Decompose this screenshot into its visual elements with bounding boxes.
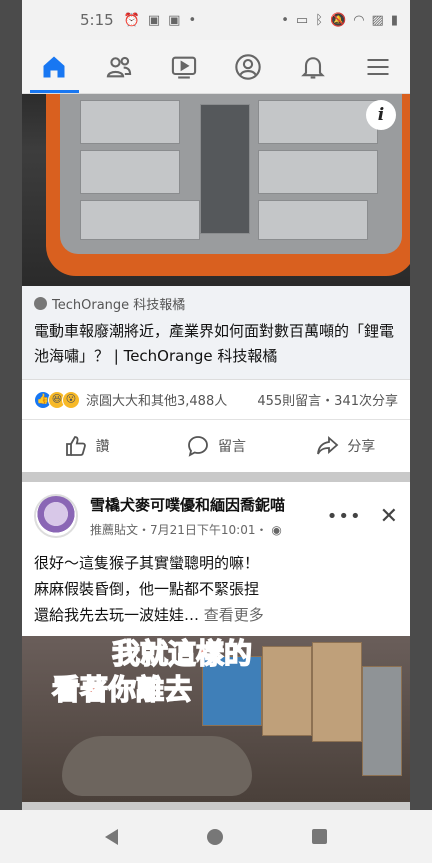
like-label: 讚 <box>95 439 110 455</box>
dot-icon: • <box>188 12 197 28</box>
compass-icon <box>34 297 47 310</box>
bluetooth-icon: ᛒ <box>315 12 324 28</box>
see-more-link[interactable]: 查看更多 <box>204 606 264 624</box>
tab-home[interactable] <box>22 40 87 93</box>
link-post: i TechOrange 科技報橘 電動車報廢潮將近，產業界如何面對數百萬噸的「… <box>22 94 410 472</box>
feed-divider <box>22 472 410 482</box>
cast-icon: ▭ <box>295 12 309 28</box>
post-actions: 讚 留言 分享 <box>22 420 410 472</box>
hide-post-button[interactable]: ✕ <box>380 504 398 529</box>
menu-icon <box>367 58 389 75</box>
post-photo[interactable]: 我就這樣的 看著你離去 <box>22 636 410 802</box>
home-circle-icon[interactable] <box>206 828 223 845</box>
screen: 5:15 ⏰ ▣ ▣ • • ▭ ᛒ 🔕 ◠ ▨ ▮ i TechOrange … <box>0 0 432 863</box>
link-preview-text[interactable]: TechOrange 科技報橘 電動車報廢潮將近，產業界如何面對數百萬噸的「鋰電… <box>22 286 410 380</box>
battery-icon: ▮ <box>390 12 398 28</box>
group-avatar[interactable] <box>34 494 78 538</box>
top-nav-bar <box>22 40 410 94</box>
friends-icon <box>106 56 132 77</box>
reactions-summary[interactable]: 👍 😆 😮 涼圓大大和其他3,488人 455則留言・341次分享 <box>22 380 410 420</box>
photo-caption-line: 我就這樣的 <box>111 636 253 671</box>
globe-icon: ◉ <box>271 523 282 537</box>
video-icon <box>171 56 196 79</box>
mute-icon: 🔕 <box>330 12 347 28</box>
ad-info-button[interactable]: i <box>366 100 396 130</box>
comment-share-counts[interactable]: 455則留言・341次分享 <box>257 390 398 409</box>
android-icon: ▣ <box>147 12 161 28</box>
group-post: 雪橇犬麥可噗優和緬因喬鈮喵 推薦貼文・7月21日下午10:01・ ◉ ••• ✕… <box>22 482 410 802</box>
comment-button[interactable]: 留言 <box>151 434 280 458</box>
wow-reaction-icon: 😮 <box>62 390 80 409</box>
photo-caption-line: 看著你離去 <box>51 672 193 707</box>
tab-menu[interactable] <box>345 40 410 93</box>
comment-icon <box>188 436 208 457</box>
link-headline: 電動車報廢潮將近，產業界如何面對數百萬噸的「鋰電池海嘯」？ | TechOran… <box>34 322 395 365</box>
recents-icon[interactable] <box>312 829 328 844</box>
status-bar: 5:15 ⏰ ▣ ▣ • • ▭ ᛒ 🔕 ◠ ▨ ▮ <box>22 0 410 40</box>
link-source: TechOrange 科技報橘 <box>34 294 398 313</box>
no-sim-icon: ▨ <box>371 12 384 28</box>
post-timestamp[interactable]: 推薦貼文・7月21日下午10:01・ <box>90 523 268 537</box>
group-name[interactable]: 雪橇犬麥可噗優和緬因喬鈮喵 <box>90 494 321 515</box>
alarm-icon: ⏰ <box>123 12 140 28</box>
comment-label: 留言 <box>217 439 246 455</box>
link-preview-image[interactable]: i <box>22 94 410 286</box>
post-text-line: 麻麻假裝昏倒，他一點都不緊張捏 <box>34 580 260 598</box>
share-icon <box>317 436 339 455</box>
thumbs-up-icon <box>65 436 86 456</box>
post-text-line: 很好～這隻猴子其實蠻聰明的嘛！ <box>34 554 260 572</box>
bell-icon <box>301 56 325 79</box>
post-body: 很好～這隻猴子其實蠻聰明的嘛！ 麻麻假裝昏倒，他一點都不緊張捏 還給我先去玩一波… <box>22 544 410 636</box>
news-feed[interactable]: i TechOrange 科技報橘 電動車報廢潮將近，產業界如何面對數百萬噸的「… <box>22 94 410 810</box>
post-header: 雪橇犬麥可噗優和緬因喬鈮喵 推薦貼文・7月21日下午10:01・ ◉ ••• ✕ <box>22 482 410 544</box>
dot-icon: • <box>281 12 289 28</box>
cat-image <box>62 736 252 796</box>
share-button[interactable]: 分享 <box>281 434 410 458</box>
like-button[interactable]: 讚 <box>22 434 151 458</box>
share-label: 分享 <box>347 439 376 455</box>
tab-profile[interactable] <box>216 40 281 93</box>
system-nav-bar <box>0 810 432 863</box>
tab-watch[interactable] <box>151 40 216 93</box>
profile-icon <box>235 53 262 80</box>
home-icon <box>43 56 65 77</box>
clock: 5:15 <box>80 11 114 29</box>
android-icon: ▣ <box>168 12 181 28</box>
post-meta: 推薦貼文・7月21日下午10:01・ ◉ <box>90 521 321 538</box>
source-label: TechOrange 科技報橘 <box>52 298 186 313</box>
post-text-line: 還給我先去玩一波娃娃… <box>34 606 200 624</box>
reactors-text: 涼圓大大和其他3,488人 <box>86 394 228 409</box>
tab-notifications[interactable] <box>281 40 346 93</box>
back-icon[interactable] <box>104 828 118 845</box>
photo-caption: 我就這樣的 看著你離去 <box>51 636 253 708</box>
wifi-icon: ◠ <box>353 12 365 28</box>
more-options-button[interactable]: ••• <box>327 506 362 527</box>
tab-friends[interactable] <box>87 40 152 93</box>
battery-pack-image <box>46 94 410 276</box>
